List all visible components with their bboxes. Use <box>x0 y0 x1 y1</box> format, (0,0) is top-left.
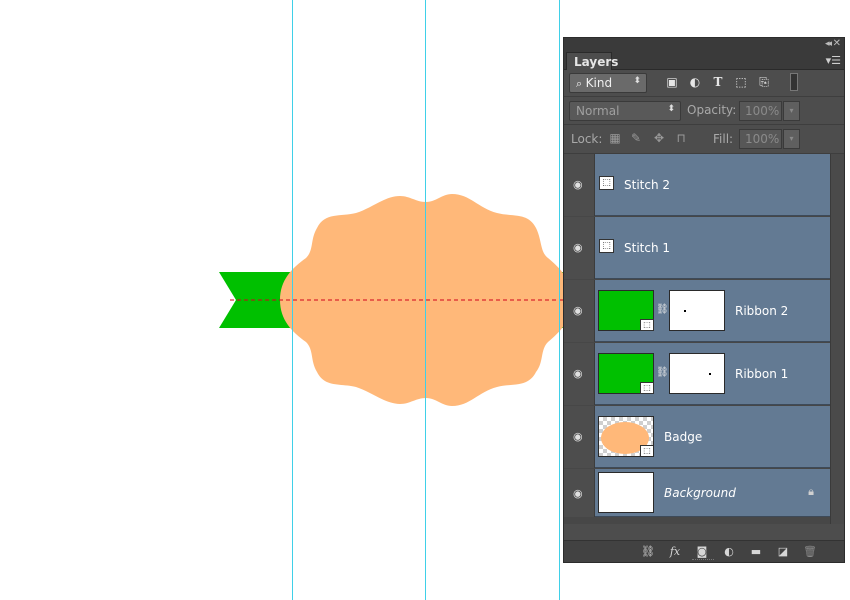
layer-thumbnail[interactable] <box>598 472 654 513</box>
filter-kind-value: Kind <box>585 76 613 90</box>
layer-thumbnail[interactable]: ⬚ <box>598 353 654 394</box>
blend-mode-value: Normal <box>576 104 620 118</box>
type-filter-icon[interactable]: T <box>711 75 725 89</box>
panel-menu-icon[interactable]: ▾☰ <box>826 54 841 67</box>
mask-thumbnail[interactable] <box>669 290 725 331</box>
shape-layer-icon: ⬚ <box>640 319 654 331</box>
fill-input[interactable]: 100% <box>739 129 782 149</box>
new-layer-icon[interactable]: ◪ <box>775 544 791 560</box>
layer-name: Stitch 2 <box>624 178 671 192</box>
visibility-toggle[interactable]: ◉ <box>564 217 595 279</box>
opacity-label: Opacity: <box>687 103 737 117</box>
opacity-input[interactable]: 100% <box>739 101 782 121</box>
layer-name: Ribbon 1 <box>735 367 789 381</box>
visibility-toggle[interactable]: ◉ <box>564 343 595 405</box>
panel-tab-row: Layers ▾☰ <box>564 52 844 70</box>
shape-layer-icon: ⬚ <box>599 239 614 253</box>
eye-icon: ◉ <box>573 178 583 191</box>
visibility-toggle[interactable]: ◉ <box>564 280 595 342</box>
visibility-toggle[interactable]: ◉ <box>564 406 595 468</box>
chevron-updown-icon: ⬍ <box>633 76 641 86</box>
lock-all-icon[interactable]: ⊓ <box>674 131 688 145</box>
layer-row[interactable]: ◉ ⬚ ⛓ Ribbon 1 <box>564 343 830 406</box>
shape-layer-icon: ⬚ <box>640 382 654 394</box>
lock-position-icon[interactable]: ✥ <box>652 131 666 145</box>
visibility-toggle[interactable]: ◉ <box>564 469 595 517</box>
layers-list: ◉ ⬚ Stitch 2 ◉ ⬚ Stitch 1 ◉ ⬚ ⛓ Ribbon 2… <box>564 154 844 524</box>
lock-transparent-icon[interactable]: ▦ <box>608 131 622 145</box>
layer-row[interactable]: ◉ ⬚ ⛓ Ribbon 2 <box>564 280 830 343</box>
smart-object-filter-icon[interactable]: ⎘ <box>757 75 771 89</box>
mask-dot <box>709 373 711 375</box>
lock-image-icon[interactable]: ✎ <box>629 131 643 145</box>
link-chain-icon[interactable]: ⛓ <box>656 304 669 315</box>
search-icon: ⌕ <box>576 77 586 90</box>
adjustment-filter-icon[interactable]: ◐ <box>688 75 702 89</box>
layers-scrollbar[interactable] <box>830 154 844 524</box>
visibility-toggle[interactable]: ◉ <box>564 154 595 216</box>
link-chain-icon[interactable]: ⛓ <box>656 367 669 378</box>
add-mask-icon[interactable]: ◙ <box>694 544 710 560</box>
layer-body[interactable]: ⬚ Stitch 2 <box>595 154 830 216</box>
layer-name: Stitch 1 <box>624 241 671 255</box>
layer-row[interactable]: ◉ ⬚ Stitch 1 <box>564 217 830 280</box>
filter-kind-select[interactable]: ⌕ Kind ⬍ <box>569 73 647 93</box>
eye-icon: ◉ <box>573 241 583 254</box>
layer-thumbnail[interactable]: ⬚ <box>598 290 654 331</box>
filter-row: ⌕ Kind ⬍ ▣ ◐ T ⬚ ⎘ <box>564 70 844 97</box>
filter-toggle-icon[interactable] <box>790 73 798 91</box>
link-layers-icon[interactable]: ⛓ <box>640 544 656 560</box>
fill-label: Fill: <box>713 132 734 146</box>
blend-row: Normal ⬍ Opacity: 100% ▾ <box>564 97 844 125</box>
layer-name: Background <box>664 486 736 500</box>
layers-panel: ◂◂ ✕ Layers ▾☰ ⌕ Kind ⬍ ▣ ◐ T ⬚ ⎘ Normal… <box>563 37 845 563</box>
eye-icon: ◉ <box>573 487 583 500</box>
group-folder-icon[interactable]: ▬ <box>748 544 764 560</box>
layer-thumbnail[interactable]: ⬚ <box>598 416 654 457</box>
eye-icon: ◉ <box>573 367 583 380</box>
fx-icon[interactable]: fx <box>667 544 683 560</box>
layer-body[interactable]: ⬚ Badge <box>595 406 830 468</box>
mask-thumbnail[interactable] <box>669 353 725 394</box>
lock-label: Lock: <box>571 132 603 146</box>
eye-icon: ◉ <box>573 430 583 443</box>
chevron-updown-icon: ⬍ <box>667 104 675 114</box>
panel-title-strip[interactable]: ◂◂ ✕ <box>564 38 844 52</box>
layer-body[interactable]: Background 🔒︎ <box>595 469 830 517</box>
tab-layers[interactable]: Layers <box>566 52 618 70</box>
layer-body[interactable]: ⬚ ⛓ Ribbon 1 <box>595 343 830 405</box>
resize-grip[interactable] <box>692 559 714 562</box>
eye-icon: ◉ <box>573 304 583 317</box>
lock-icon[interactable]: 🔒︎ <box>808 485 814 499</box>
close-panel-icon[interactable]: ✕ <box>833 38 841 49</box>
layer-row[interactable]: ◉ Background 🔒︎ <box>564 469 830 532</box>
opacity-dropdown-button[interactable]: ▾ <box>783 101 800 121</box>
panel-footer: ⛓ fx ◙ ◐ ▬ ◪ 🗑︎ <box>564 540 844 562</box>
layer-row[interactable]: ◉ ⬚ Stitch 2 <box>564 154 830 217</box>
canvas-stage[interactable]: ◂◂ ✕ Layers ▾☰ ⌕ Kind ⬍ ▣ ◐ T ⬚ ⎘ Normal… <box>0 0 850 600</box>
shape-filter-icon[interactable]: ⬚ <box>734 75 748 89</box>
layer-body[interactable]: ⬚ Stitch 1 <box>595 217 830 279</box>
lock-row: Lock: ▦ ✎ ✥ ⊓ Fill: 100% ▾ <box>564 125 844 154</box>
blend-mode-select[interactable]: Normal ⬍ <box>569 101 681 121</box>
adjustment-layer-icon[interactable]: ◐ <box>721 544 737 560</box>
layer-row[interactable]: ◉ ⬚ Badge <box>564 406 830 469</box>
shape-layer-icon: ⬚ <box>599 176 614 190</box>
layer-name: Ribbon 2 <box>735 304 789 318</box>
fill-dropdown-button[interactable]: ▾ <box>783 129 800 149</box>
mask-dot <box>684 310 686 312</box>
shape-layer-icon: ⬚ <box>640 445 653 456</box>
layer-name: Badge <box>664 430 703 444</box>
trash-icon[interactable]: 🗑︎ <box>802 544 818 560</box>
layer-body[interactable]: ⬚ ⛓ Ribbon 2 <box>595 280 830 342</box>
collapse-panel-icon[interactable]: ◂◂ <box>825 39 832 49</box>
image-filter-icon[interactable]: ▣ <box>665 75 679 89</box>
